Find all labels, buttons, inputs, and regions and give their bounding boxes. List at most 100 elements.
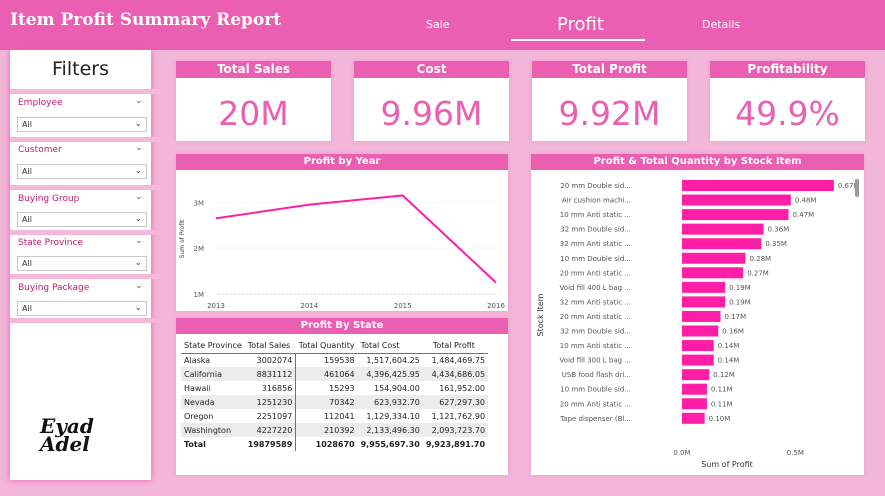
- bar: [682, 223, 764, 235]
- bar-data-label: 0.10M: [709, 415, 731, 423]
- table-cell: California: [181, 367, 245, 381]
- bar-data-label: 0.14M: [718, 342, 740, 350]
- bar: [682, 383, 707, 395]
- column-header[interactable]: Total Quantity: [295, 338, 358, 354]
- category-label: 20 mm Anti static ...: [560, 400, 631, 408]
- employee-filter-select[interactable]: All ⌄: [17, 117, 147, 132]
- table-row: Alaska 3002074 159538 1,517,604.25 1,484…: [181, 353, 488, 367]
- category-label: 32 mm Double sid...: [560, 328, 631, 336]
- bar-data-label: 0.12M: [713, 371, 735, 379]
- kpi-profitability-card: Profitability 49.9%: [710, 61, 865, 141]
- chevron-down-icon[interactable]: ⌄: [135, 143, 143, 153]
- x-tick-label: 2014: [300, 302, 318, 310]
- category-label: 20 mm Double sid...: [560, 182, 631, 190]
- table-cell: 210392: [295, 423, 358, 437]
- bar-data-label: 0.47M: [793, 211, 815, 219]
- table-cell: Alaska: [184, 355, 211, 365]
- bar-data-label: 0.27M: [747, 269, 769, 277]
- buying-group-filter-select[interactable]: All ⌄: [17, 212, 147, 227]
- employee-filter-label: Employee: [18, 98, 63, 108]
- chevron-down-icon[interactable]: ⌄: [135, 281, 143, 291]
- divider: [10, 274, 161, 279]
- author-signature: Eyad Adel: [40, 416, 110, 454]
- table-cell: 1251230: [244, 395, 297, 409]
- chevron-down-icon: ⌄: [134, 303, 142, 313]
- buying-package-filter-select[interactable]: All ⌄: [17, 301, 147, 316]
- header-bar: Item Profit Summary Report Sale Profit D…: [0, 0, 885, 50]
- column-header[interactable]: Total Cost: [357, 338, 423, 354]
- table-cell: 2,093,723.70: [422, 423, 489, 437]
- table-cell: 1,484,469.75: [431, 355, 486, 365]
- table-cell: 159538: [324, 355, 355, 365]
- category-label: Air cushion machi...: [562, 197, 631, 205]
- state-province-filter-label: State Province: [18, 238, 83, 248]
- divider: [10, 185, 161, 190]
- kpi-cost-label: Cost: [354, 61, 509, 78]
- bar-data-label: 0.48M: [795, 197, 817, 205]
- table-total-row: Total 19879589 1028670 9,955,697.30 9,92…: [181, 437, 488, 451]
- report-title: Item Profit Summary Report: [10, 10, 282, 30]
- bar: [682, 369, 710, 381]
- stock-item-panel: Profit & Total Quantity by Stock Item 20…: [531, 154, 864, 475]
- y-tick-label: 2M: [194, 245, 205, 253]
- table-cell: 4,396,425.95: [357, 367, 423, 381]
- chevron-down-icon: ⌄: [134, 166, 142, 176]
- customer-filter-select[interactable]: All ⌄: [17, 164, 147, 179]
- chevron-down-icon[interactable]: ⌄: [135, 96, 143, 106]
- x-tick-label: 0.5M: [787, 449, 804, 457]
- table-cell: 8831112: [244, 367, 297, 381]
- table-cell: Total: [184, 439, 206, 449]
- active-tab-indicator: [511, 39, 645, 41]
- tab-profit[interactable]: Profit: [557, 14, 604, 35]
- category-label: USB food flash dri...: [562, 371, 631, 379]
- stock-item-chart-title: Profit & Total Quantity by Stock Item: [531, 154, 864, 170]
- table-cell: 9,923,891.70: [425, 439, 486, 449]
- table-cell: 154,904.00: [374, 383, 420, 393]
- customer-filter-label: Customer: [18, 145, 62, 155]
- x-tick-label: 2016: [487, 302, 505, 310]
- column-header[interactable]: Total Profit: [422, 338, 489, 354]
- table-row: California 8831112 461064 4,396,425.95 4…: [181, 367, 489, 381]
- category-label: 10 mm Double sid...: [560, 386, 631, 394]
- x-tick-label: 0.0M: [673, 449, 690, 457]
- state-province-filter-select[interactable]: All ⌄: [17, 256, 147, 271]
- bar: [682, 325, 719, 337]
- kpi-total-sales-value: 20M: [218, 94, 289, 133]
- table-cell: Oregon: [184, 411, 214, 421]
- kpi-cost-card: Cost 9.96M: [354, 61, 509, 141]
- table-cell: 70342: [295, 395, 358, 409]
- bar: [682, 412, 705, 424]
- table-cell: 1,121,762.90: [431, 411, 486, 421]
- tab-details[interactable]: Details: [702, 18, 740, 31]
- tab-sale[interactable]: Sale: [426, 18, 450, 31]
- table-cell: 1,517,604.25: [366, 355, 420, 365]
- table-cell: 4,434,686.05: [422, 367, 489, 381]
- filters-panel: Filters Employee ⌄ All ⌄ Customer ⌄ All ⌄ …: [10, 50, 161, 480]
- table-cell: 3002074: [244, 353, 297, 367]
- column-header[interactable]: Total Sales: [244, 338, 296, 354]
- divider: [10, 318, 161, 323]
- category-label: 32 mm Anti static ...: [560, 298, 631, 306]
- table-cell: 461064: [295, 367, 358, 381]
- chevron-down-icon[interactable]: ⌄: [135, 192, 143, 202]
- profit-by-year-panel: Profit by Year 1M2M3M2013201420152016Yea…: [176, 154, 508, 311]
- table-cell: 2251097: [244, 409, 297, 423]
- buying-package-filter-label: Buying Package: [18, 283, 90, 293]
- profit-line: [215, 194, 497, 284]
- buying-group-filter-value: All: [22, 215, 32, 224]
- bar-data-label: 0.11M: [711, 386, 733, 394]
- scrollbar-thumb[interactable]: [855, 179, 859, 197]
- category-label: 10 mm Anti static ...: [560, 342, 631, 350]
- bar-data-label: 0.35M: [765, 240, 787, 248]
- bar: [682, 238, 762, 250]
- bar-data-label: 0.14M: [718, 357, 740, 365]
- x-tick-label: 2015: [394, 302, 412, 310]
- table-cell: Hawaii: [184, 383, 211, 393]
- kpi-total-profit-card: Total Profit 9.92M: [532, 61, 687, 141]
- table-cell: 161,952.00: [439, 383, 486, 393]
- chevron-down-icon[interactable]: ⌄: [135, 236, 143, 246]
- column-header[interactable]: State Province: [181, 338, 245, 354]
- bar: [682, 209, 789, 221]
- bar: [682, 296, 726, 308]
- table-cell: Nevada: [181, 395, 245, 409]
